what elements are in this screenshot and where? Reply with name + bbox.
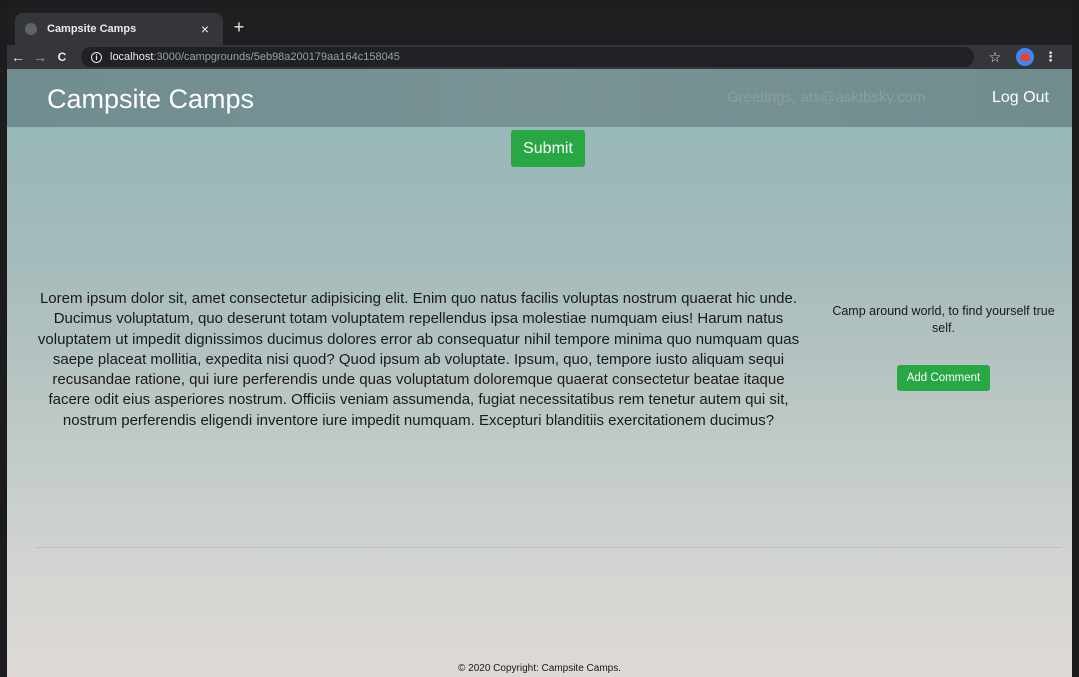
divider (35, 547, 1062, 548)
bookmark-star-icon[interactable]: ☆ (986, 49, 1004, 66)
comments-section: Camp around world, to find yourself true… (825, 303, 1062, 391)
browser-toolbar: ← → C i localhost:3000/campgrounds/5eb98… (7, 45, 1072, 69)
url-path: :3000/campgrounds/5eb98a200179aa164c1580… (153, 51, 400, 63)
url-text: localhost:3000/campgrounds/5eb98a200179a… (110, 51, 400, 63)
divider (825, 350, 1062, 351)
menu-dots-icon[interactable]: ⋮ (1044, 49, 1057, 65)
campground-description: Lorem ipsum dolor sit, amet consectetur … (37, 290, 800, 429)
globe-icon (25, 23, 37, 35)
url-host: localhost (110, 51, 154, 63)
logout-link[interactable]: Log Out (992, 88, 1049, 108)
page-viewport: Campsite Camps Greetings, ats@asktbsky.c… (7, 69, 1072, 677)
close-icon[interactable]: × (197, 21, 213, 37)
submit-button[interactable]: Submit (511, 130, 585, 167)
address-bar[interactable]: i localhost:3000/campgrounds/5eb98a20017… (81, 47, 974, 67)
browser-tab[interactable]: Campsite Camps × (15, 13, 223, 45)
reload-icon[interactable]: C (51, 45, 73, 69)
forward-arrow-icon[interactable]: → (29, 45, 51, 69)
new-tab-icon[interactable]: + (229, 17, 249, 37)
footer-copyright: © 2020 Copyright: Campsite Camps. (458, 663, 621, 674)
site-navbar: Campsite Camps Greetings, ats@asktbsky.c… (7, 69, 1072, 127)
divider (35, 235, 1062, 236)
greeting-text: Greetings, ats@asktbsky.com (727, 89, 926, 106)
tab-title: Campsite Camps (47, 23, 137, 35)
add-comment-button[interactable]: Add Comment (897, 365, 990, 391)
browser-window: Campsite Camps × + ← → C i localhost:300… (7, 7, 1072, 677)
brand-link[interactable]: Campsite Camps (47, 83, 254, 115)
info-icon[interactable]: i (91, 51, 102, 63)
profile-avatar-icon[interactable] (1016, 48, 1034, 66)
tab-strip: Campsite Camps × + (7, 7, 1072, 45)
comment-text: Camp around world, to find yourself true… (832, 304, 1055, 335)
back-arrow-icon[interactable]: ← (7, 45, 29, 69)
